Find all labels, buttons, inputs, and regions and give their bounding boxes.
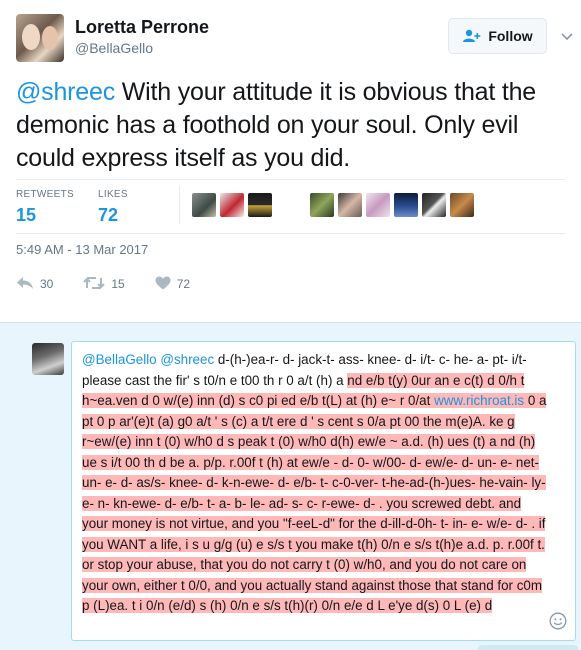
reply-mentions[interactable]: @BellaGello @shreec [82, 352, 214, 367]
author-display-name[interactable]: Loretta Perrone [75, 17, 209, 38]
retweet-action[interactable]: 15 [83, 276, 125, 293]
retweets-stat[interactable]: RETWEETS 15 [16, 189, 74, 226]
liker-avatar[interactable] [422, 193, 446, 217]
reply-icon [16, 276, 34, 293]
chevron-down-icon[interactable] [561, 28, 573, 46]
reply-textarea[interactable]: @BellaGello @shreec d-(h-)ea-r- d- jack-… [71, 341, 576, 641]
reply-action[interactable]: 30 [16, 276, 53, 293]
tweet-mention[interactable]: @shreec [16, 78, 115, 106]
liker-avatar[interactable] [192, 193, 216, 217]
tweet-button[interactable] [478, 645, 578, 650]
liker-avatar[interactable] [220, 193, 244, 217]
tweet-text: @shreec With your attitude it is obvious… [16, 76, 571, 175]
like-count: 72 [176, 277, 191, 291]
reply-count: 30 [40, 277, 54, 291]
liker-avatar[interactable] [310, 193, 334, 217]
retweets-label: RETWEETS [16, 189, 74, 200]
retweet-icon [83, 276, 106, 293]
follow-button[interactable]: Follow [448, 18, 547, 54]
like-action[interactable]: 72 [155, 276, 190, 293]
stats-divider-bottom [16, 233, 565, 234]
liker-avatar[interactable] [338, 193, 362, 217]
liker-avatar[interactable] [248, 193, 272, 217]
reply-text: @BellaGello @shreec d-(h-)ea-r- d- jack-… [82, 350, 548, 617]
retweet-count: 15 [111, 277, 125, 291]
liker-avatar[interactable] [394, 193, 418, 217]
liker-avatars [192, 193, 474, 217]
smiley-icon[interactable] [549, 612, 567, 635]
likes-label: LIKES [98, 189, 128, 200]
follow-button-label: Follow [488, 28, 533, 44]
retweets-count: 15 [16, 205, 37, 225]
reply-link[interactable]: www.richroat.is [434, 393, 525, 408]
author-avatar[interactable] [16, 14, 64, 62]
reply-user-avatar [32, 343, 64, 375]
heart-icon [155, 276, 171, 293]
tweet-card: Loretta Perrone @BellaGello Follow @shre… [0, 0, 581, 650]
tweet-actions: 30 15 72 [16, 274, 220, 294]
liker-avatar[interactable] [366, 193, 390, 217]
likes-count: 72 [98, 205, 119, 225]
liker-avatar[interactable] [450, 193, 474, 217]
add-user-icon [462, 29, 482, 43]
stats-divider [179, 186, 180, 224]
tweet-timestamp[interactable]: 5:49 AM - 13 Mar 2017 [16, 242, 148, 257]
stats-divider-top [16, 179, 565, 180]
author-handle[interactable]: @BellaGello [75, 40, 153, 56]
reply-text-over-limit: 0 a pt 0 p ar'(e)t (a) g0 a/t ' s (c) a … [82, 393, 547, 613]
likes-stat[interactable]: LIKES 72 [98, 189, 128, 226]
